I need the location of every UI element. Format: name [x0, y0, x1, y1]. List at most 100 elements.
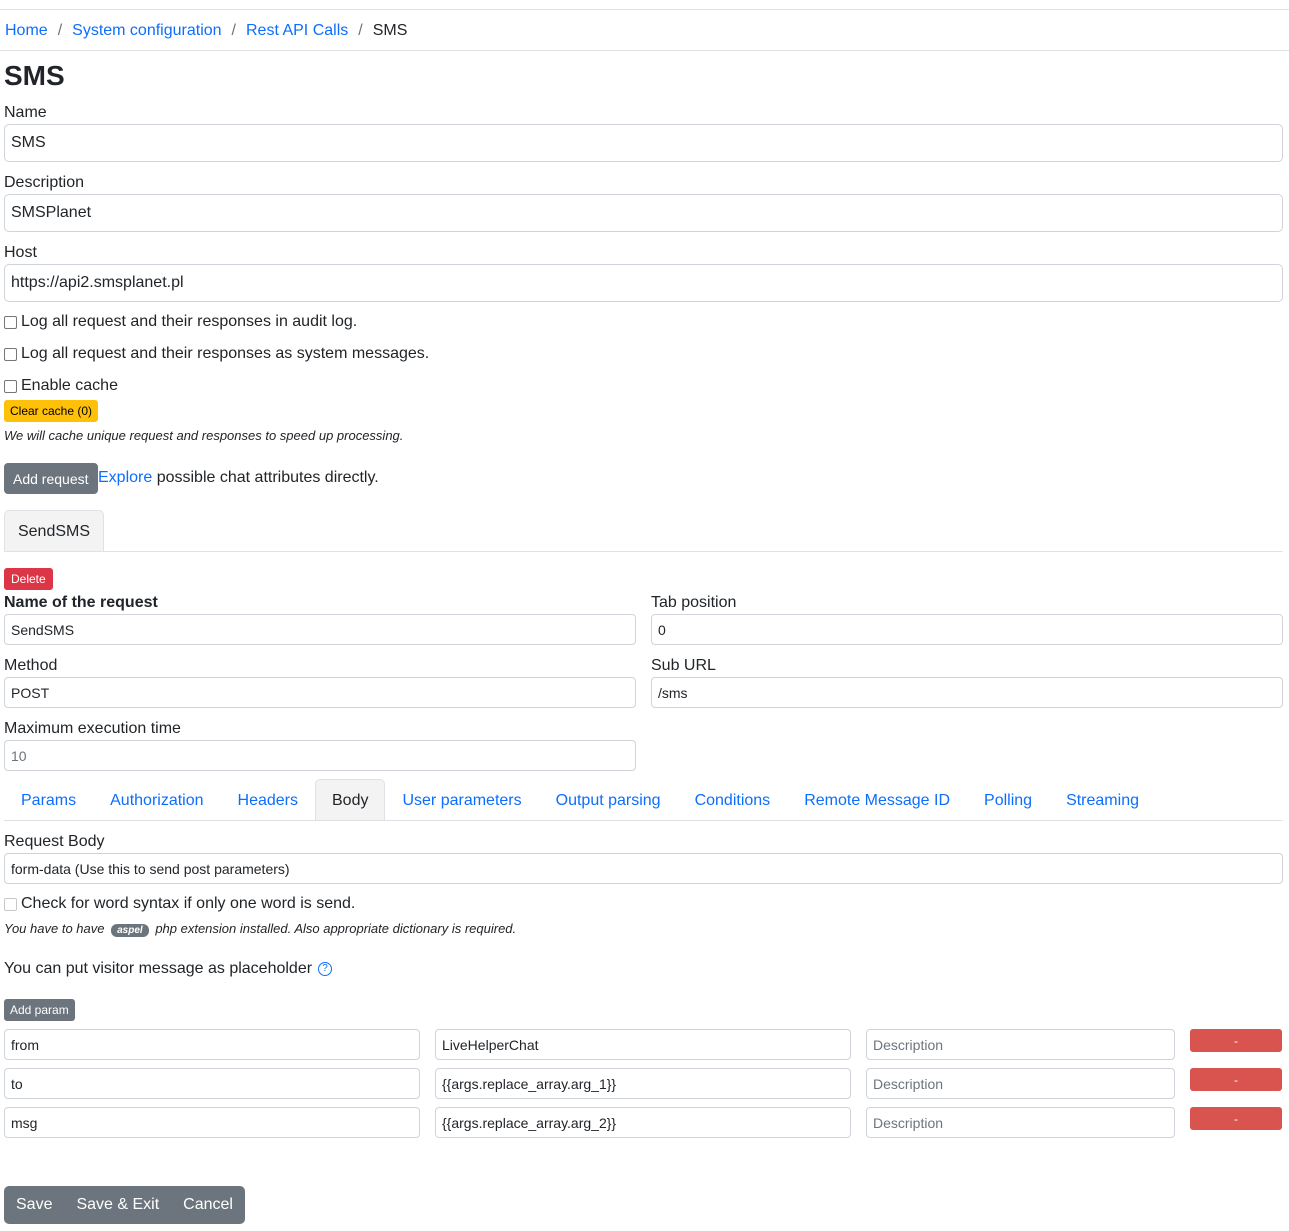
explore-text: possible chat attributes directly.: [156, 469, 379, 486]
request-name-label: Name of the request: [4, 594, 158, 611]
tab-params[interactable]: Params: [4, 779, 93, 821]
breadcrumb-current: SMS: [372, 22, 408, 39]
explore-line: Explore possible chat attributes directl…: [98, 467, 379, 489]
aspel-hint-prefix: You have to have: [4, 921, 105, 936]
param-description-placeholder: Description: [873, 1114, 944, 1131]
breadcrumb-divider: [0, 50, 1289, 51]
remove-param-button[interactable]: -: [1190, 1029, 1282, 1052]
form-actions: Save Save & Exit Cancel: [4, 1186, 245, 1224]
remove-param-button[interactable]: -: [1190, 1107, 1282, 1130]
tab-authorization[interactable]: Authorization: [93, 779, 220, 821]
tab-conditions[interactable]: Conditions: [678, 779, 788, 821]
log-system-label: Log all request and their responses as s…: [21, 345, 430, 362]
word-syntax-checkbox[interactable]: [4, 897, 17, 911]
param-description-input[interactable]: Description: [866, 1029, 1175, 1060]
clear-cache-button[interactable]: Clear cache (0): [4, 400, 99, 422]
tab-body[interactable]: Body: [315, 779, 386, 821]
placeholder-info-text: You can put visitor message as placehold…: [4, 960, 313, 977]
host-label: Host: [4, 244, 37, 261]
param-value-value: {{args.replace_array.arg_2}}: [442, 1114, 617, 1131]
remove-param-button[interactable]: -: [1190, 1068, 1282, 1091]
param-description-placeholder: Description: [873, 1036, 944, 1053]
delete-request-button[interactable]: Delete: [4, 568, 53, 590]
top-divider: [0, 9, 1289, 10]
description-label: Description: [4, 174, 85, 191]
request-name-input[interactable]: SendSMS: [4, 614, 636, 645]
tab-sendsms[interactable]: SendSMS: [4, 510, 104, 552]
request-tabs-divider: [4, 551, 1283, 552]
param-key-input[interactable]: from: [4, 1029, 420, 1060]
tab-user-parameters[interactable]: User parameters: [385, 779, 538, 821]
word-syntax-label: Check for word syntax if only one word i…: [21, 895, 356, 912]
enable-cache-checkbox[interactable]: [4, 379, 17, 393]
breadcrumb-separator: /: [358, 22, 363, 39]
param-description-placeholder: Description: [873, 1075, 944, 1092]
request-subtabs: Params Authorization Headers Body User p…: [4, 779, 1156, 821]
page-title: SMS: [4, 60, 65, 91]
enable-cache-row: Enable cache: [4, 377, 118, 395]
sub-url-input[interactable]: /sms: [651, 677, 1283, 708]
param-key-input[interactable]: msg: [4, 1107, 420, 1138]
breadcrumb-separator: /: [57, 22, 63, 39]
cancel-button[interactable]: Cancel: [171, 1186, 245, 1224]
breadcrumb: Home / System configuration / Rest API C…: [5, 20, 407, 42]
param-key-value: from: [11, 1036, 39, 1053]
param-value-input[interactable]: LiveHelperChat: [435, 1029, 851, 1060]
param-description-input[interactable]: Description: [866, 1107, 1175, 1138]
request-name-input-value: SendSMS: [11, 621, 75, 638]
aspel-badge: aspel: [111, 924, 149, 937]
name-label: Name: [4, 104, 47, 121]
host-input[interactable]: https://api2.smsplanet.pl: [4, 264, 1283, 302]
breadcrumb-separator: /: [231, 22, 236, 39]
log-audit-checkbox[interactable]: [4, 315, 17, 329]
explore-link[interactable]: Explore: [98, 469, 152, 486]
param-value-input[interactable]: {{args.replace_array.arg_1}}: [435, 1068, 851, 1099]
param-value-input[interactable]: {{args.replace_array.arg_2}}: [435, 1107, 851, 1138]
name-input-value: SMS: [11, 134, 46, 151]
tab-position-input[interactable]: 0: [651, 614, 1283, 645]
save-exit-button[interactable]: Save & Exit: [64, 1186, 171, 1224]
param-key-value: msg: [11, 1114, 38, 1131]
breadcrumb-system-configuration-link[interactable]: System configuration: [72, 22, 221, 40]
description-input[interactable]: SMSPlanet: [4, 194, 1283, 232]
breadcrumb-rest-api-calls-link[interactable]: Rest API Calls: [246, 22, 348, 40]
tab-streaming[interactable]: Streaming: [1049, 779, 1156, 821]
description-input-value: SMSPlanet: [11, 204, 92, 221]
enable-cache-label: Enable cache: [21, 377, 118, 394]
param-key-input[interactable]: to: [4, 1068, 420, 1099]
subtabs-divider: [4, 820, 1283, 821]
request-body-select[interactable]: form-data (Use this to send post paramet…: [4, 853, 1283, 884]
placeholder-info: You can put visitor message as placehold…: [4, 959, 333, 979]
max-exec-input-value: 10: [11, 747, 27, 764]
aspel-hint: You have to have aspel php extension ins…: [4, 921, 516, 937]
tab-output-parsing[interactable]: Output parsing: [539, 779, 678, 821]
tab-remote-message-id[interactable]: Remote Message ID: [787, 779, 967, 821]
method-select-value: POST: [11, 684, 50, 701]
method-select[interactable]: POST: [4, 677, 636, 708]
request-body-label: Request Body: [4, 833, 105, 850]
host-input-value: https://api2.smsplanet.pl: [11, 274, 184, 291]
aspel-hint-suffix: php extension installed. Also appropriat…: [155, 921, 517, 936]
save-button[interactable]: Save: [4, 1186, 64, 1224]
log-system-checkbox[interactable]: [4, 347, 17, 361]
param-value-value: {{args.replace_array.arg_1}}: [442, 1075, 617, 1092]
tab-headers[interactable]: Headers: [221, 779, 315, 821]
name-input[interactable]: SMS: [4, 124, 1283, 162]
max-exec-label: Maximum execution time: [4, 720, 181, 737]
method-label: Method: [4, 657, 58, 674]
param-key-value: to: [11, 1075, 23, 1092]
add-request-button[interactable]: Add request: [4, 463, 98, 494]
max-exec-input[interactable]: 10: [4, 740, 636, 771]
breadcrumb-home-link[interactable]: Home: [5, 22, 48, 40]
help-icon[interactable]: ?: [318, 961, 333, 976]
word-syntax-row: Check for word syntax if only one word i…: [4, 895, 355, 913]
log-audit-row: Log all request and their responses in a…: [4, 313, 357, 331]
tab-polling[interactable]: Polling: [967, 779, 1049, 821]
sub-url-input-value: /sms: [658, 684, 688, 701]
param-value-value: LiveHelperChat: [442, 1036, 539, 1053]
param-description-input[interactable]: Description: [866, 1068, 1175, 1099]
add-param-button[interactable]: Add param: [4, 999, 75, 1021]
tab-position-input-value: 0: [658, 621, 666, 638]
cache-hint: We will cache unique request and respons…: [4, 428, 404, 443]
request-body-select-value: form-data (Use this to send post paramet…: [11, 860, 290, 877]
